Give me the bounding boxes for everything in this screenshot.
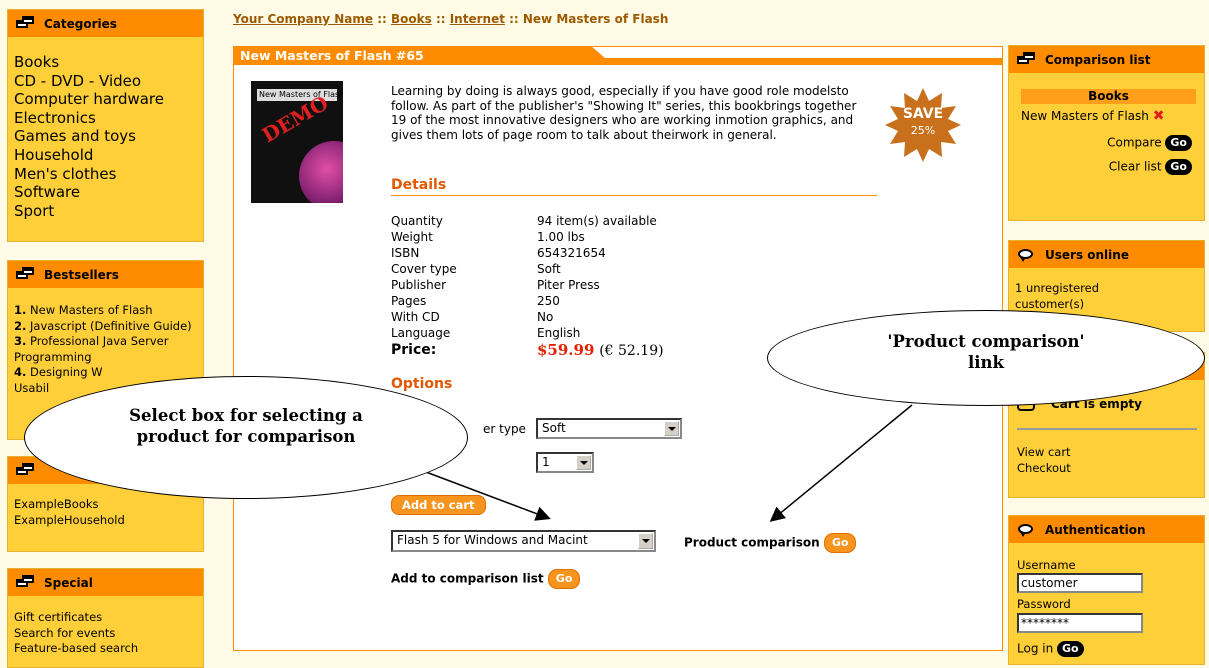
callout-comparison-link: 'Product comparison' link <box>767 310 1205 406</box>
callout-select-box: Select box for selecting a product for c… <box>24 376 468 499</box>
arrow-to-comparison-link <box>769 404 913 522</box>
arrow-to-select <box>409 465 551 521</box>
